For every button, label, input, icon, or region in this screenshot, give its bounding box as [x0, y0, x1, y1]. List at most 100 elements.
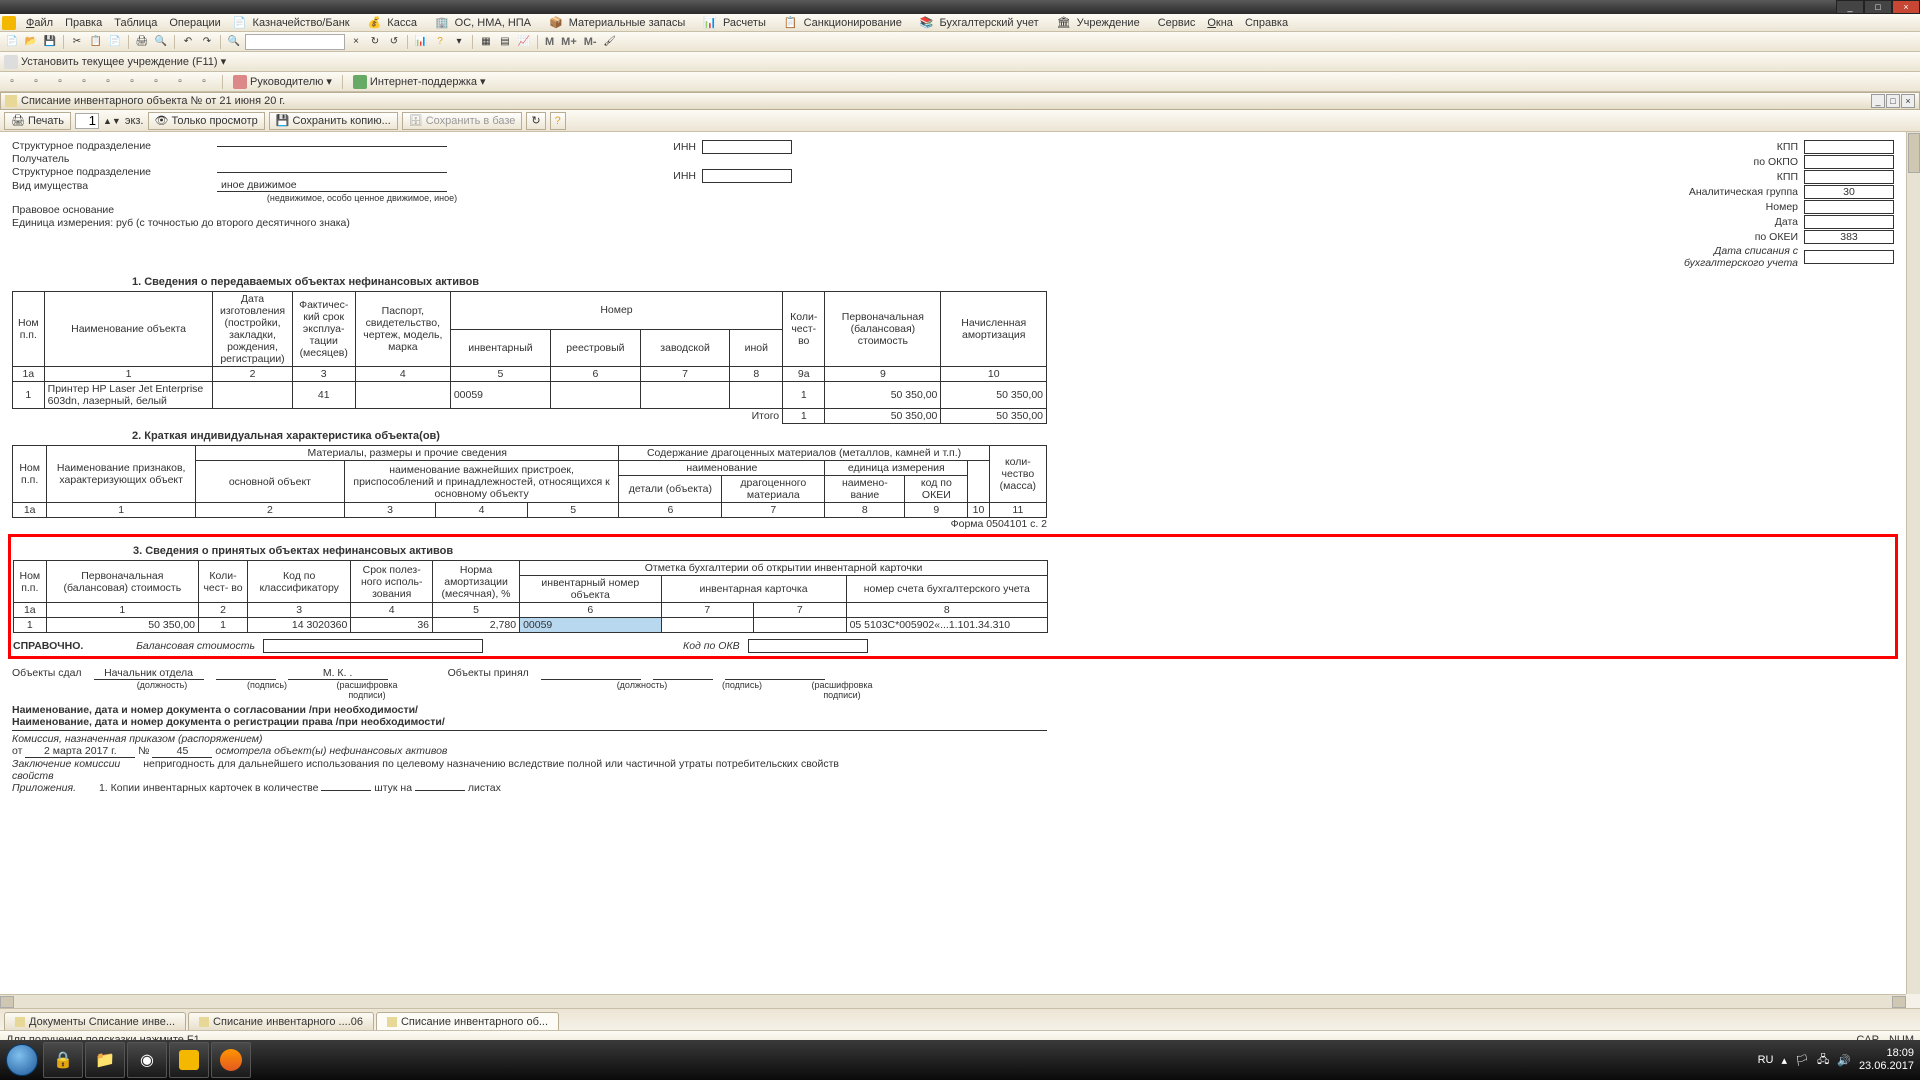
calc-icon[interactable]: 📊 [413, 34, 429, 50]
menu-sanction[interactable]: 📋Санкционирование [778, 16, 914, 29]
print-button[interactable]: 🖨Печать [4, 112, 71, 130]
field-took-pos [541, 667, 641, 680]
refresh-doc-button[interactable]: ↻ [526, 112, 545, 130]
menu-treasury[interactable]: 📄Казначейство/Банк [227, 16, 362, 29]
label-agree1: Наименование, дата и номер документа о с… [12, 704, 1894, 716]
tab-3[interactable]: Списание инвентарного об... [376, 1012, 559, 1030]
taskbar-firefox[interactable] [211, 1042, 251, 1078]
tab-2[interactable]: Списание инвентарного ....06 [188, 1012, 374, 1030]
help-doc-button[interactable]: ? [550, 112, 566, 130]
close-button[interactable]: × [1892, 0, 1920, 14]
nav1-icon[interactable]: ▫ [4, 74, 20, 90]
menu-os[interactable]: 🏢ОС, НМА, НПА [429, 16, 543, 29]
menu-materials[interactable]: 📦Материальные запасы [543, 16, 697, 29]
doc-close-button[interactable]: × [1901, 94, 1915, 108]
chart-icon[interactable]: 📈 [516, 34, 532, 50]
tray-clock[interactable]: 18:0923.06.2017 [1859, 1047, 1914, 1073]
minimize-button[interactable]: _ [1836, 0, 1864, 14]
tray-flag-icon[interactable]: 🏳 [1795, 1054, 1809, 1067]
save-icon[interactable]: 💾 [42, 34, 58, 50]
windows-orb-icon [6, 1044, 38, 1076]
grid-icon[interactable]: ▦ [478, 34, 494, 50]
scroll-left-icon[interactable] [0, 996, 14, 1008]
print-icon[interactable]: 🖨 [134, 34, 150, 50]
horizontal-scrollbar[interactable] [0, 994, 1906, 1008]
s3-invnum-cell[interactable]: 00059 [520, 618, 661, 633]
open-icon[interactable]: 📂 [23, 34, 39, 50]
preview-icon[interactable]: 🔍 [153, 34, 169, 50]
maximize-button[interactable]: □ [1864, 0, 1892, 14]
s1-h-numgrp: Номер [450, 292, 782, 330]
menu-operations[interactable]: Операции [163, 17, 226, 29]
menu-kassa[interactable]: 💰Касса [362, 16, 429, 29]
refresh-icon[interactable]: ↻ [367, 34, 383, 50]
doc-minimize-button[interactable]: _ [1871, 94, 1885, 108]
menu-calc[interactable]: 📊Расчеты [697, 16, 778, 29]
doc-restore-button[interactable]: □ [1886, 94, 1900, 108]
nav2-icon[interactable]: ▫ [28, 74, 44, 90]
tray-lang[interactable]: RU [1758, 1054, 1774, 1066]
inet-support-link[interactable]: Интернет-поддержка ▾ [353, 75, 486, 89]
label-attachments: Приложения. [12, 782, 76, 794]
menu-org[interactable]: 🏛Учреждение [1051, 16, 1152, 29]
m-minus-button[interactable]: M- [582, 36, 599, 48]
field-analyt: 30 [1804, 185, 1894, 199]
nav6-icon[interactable]: ▫ [124, 74, 140, 90]
vertical-scrollbar[interactable] [1906, 132, 1920, 994]
nav3-icon[interactable]: ▫ [52, 74, 68, 90]
cut-icon[interactable]: ✂ [69, 34, 85, 50]
menu-accounting[interactable]: 📚Бухгалтерский учет [914, 16, 1051, 29]
tray-up-icon[interactable]: ▴ [1781, 1054, 1787, 1067]
view-only-button[interactable]: 👁Только просмотр [148, 112, 265, 130]
search-input[interactable] [245, 34, 345, 50]
tray-sound-icon[interactable]: 🔊 [1837, 1054, 1851, 1067]
set-org-button[interactable]: Установить текущее учреждение (F11) ▾ [4, 55, 226, 69]
s3-colnums: 1а123456778 [14, 603, 1048, 618]
menu-windows[interactable]: Окна [1201, 17, 1239, 29]
save-base-button[interactable]: 🗄Сохранить в базе [402, 112, 523, 130]
refresh2-icon[interactable]: ↺ [386, 34, 402, 50]
nav4-icon[interactable]: ▫ [76, 74, 92, 90]
tray-network-icon[interactable]: 🖧 [1817, 1051, 1829, 1070]
start-button[interactable] [2, 1040, 42, 1080]
m-button[interactable]: M [543, 36, 556, 48]
grid2-icon[interactable]: ▤ [497, 34, 513, 50]
taskbar-chrome[interactable]: ◉ [127, 1042, 167, 1078]
m-plus-button[interactable]: M+ [559, 36, 579, 48]
nav8-icon[interactable]: ▫ [172, 74, 188, 90]
clear-search-icon[interactable]: × [348, 34, 364, 50]
taskbar-app1[interactable]: 🔒 [43, 1042, 83, 1078]
nav9-icon[interactable]: ▫ [196, 74, 212, 90]
brush-icon[interactable]: 🖌 [602, 34, 618, 50]
undo-icon[interactable]: ↶ [180, 34, 196, 50]
scrollbar-thumb[interactable] [1908, 133, 1920, 173]
menu-file[interactable]: Файл [20, 17, 59, 29]
copies-input[interactable] [75, 113, 99, 129]
manager-link[interactable]: Руководителю ▾ [233, 75, 332, 89]
field-date [1804, 215, 1894, 229]
search-icon[interactable]: 🔍 [226, 34, 242, 50]
s2-h-det: детали (объекта) [619, 476, 722, 503]
taskbar-1c[interactable] [169, 1042, 209, 1078]
document-content: Структурное подразделение Получатель Стр… [0, 132, 1920, 1008]
taskbar-explorer[interactable]: 📁 [85, 1042, 125, 1078]
s3-h-invnum: инвентарный номер объекта [520, 576, 661, 603]
new-icon[interactable]: 📄 [4, 34, 20, 50]
system-tray: RU ▴ 🏳 🖧 🔊 18:0923.06.2017 [1758, 1040, 1914, 1080]
menu-edit[interactable]: Правка [59, 17, 108, 29]
tab-1[interactable]: Документы Списание инве... [4, 1012, 186, 1030]
menu-help[interactable]: Справка [1239, 17, 1294, 29]
nav7-icon[interactable]: ▫ [148, 74, 164, 90]
save-copy-button[interactable]: 💾Сохранить копию... [269, 112, 398, 130]
redo-icon[interactable]: ↷ [199, 34, 215, 50]
menu-table[interactable]: Таблица [108, 17, 163, 29]
document-header: Списание инвентарного объекта № от 21 ию… [0, 92, 1920, 110]
scroll-right-icon[interactable] [1892, 996, 1906, 1008]
nav5-icon[interactable]: ▫ [100, 74, 116, 90]
label-inn1: ИНН [662, 141, 702, 153]
copy-icon[interactable]: 📋 [88, 34, 104, 50]
menu-service[interactable]: Сервис [1152, 17, 1202, 29]
dropdown-icon[interactable]: ▾ [451, 34, 467, 50]
help-icon[interactable]: ? [432, 34, 448, 50]
paste-icon[interactable]: 📄 [107, 34, 123, 50]
